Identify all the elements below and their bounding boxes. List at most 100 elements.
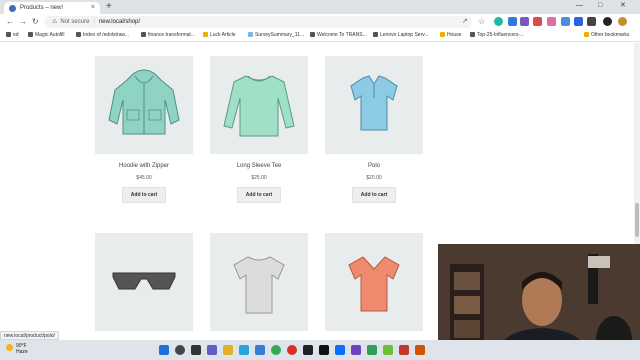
back-icon[interactable]: ← — [6, 16, 14, 28]
add-to-cart-button[interactable]: Add to cart — [121, 187, 167, 203]
app-icon[interactable] — [399, 345, 409, 355]
browser-toolbar: ← → ↻ ⚠ Not secure | new.local/shop/ ↗ ☆ — [0, 14, 640, 30]
bookmark-icon — [470, 32, 475, 37]
product-image[interactable] — [210, 56, 308, 154]
long-sleeve-tee-icon — [223, 75, 295, 137]
add-to-cart-button[interactable]: Add to cart — [351, 187, 397, 203]
t-shirt-icon — [233, 256, 285, 314]
bookmark-icon — [76, 32, 81, 37]
reload-icon[interactable]: ↻ — [32, 16, 39, 28]
profile-avatar-icon[interactable] — [618, 17, 627, 26]
task-view-icon[interactable] — [191, 345, 201, 355]
minimize-icon[interactable]: — — [576, 0, 583, 12]
product-name[interactable]: Hoodie with Zipper — [95, 163, 193, 169]
windows-taskbar: 90°F Haze — [0, 340, 640, 360]
bookmark-star-icon[interactable]: ☆ — [478, 17, 487, 26]
add-to-cart-button[interactable]: Add to cart — [236, 187, 282, 203]
extension-icon[interactable] — [494, 17, 503, 26]
v-neck-tee-icon — [348, 256, 400, 312]
product-price: $25.00 — [251, 175, 267, 181]
product-image[interactable] — [325, 56, 423, 154]
extension-icon[interactable] — [520, 17, 529, 26]
bookmark-item[interactable]: Luck Article — [203, 30, 236, 41]
folder-icon — [440, 32, 445, 37]
tab-products[interactable]: Products – new! × — [4, 2, 100, 14]
file-explorer-icon[interactable] — [223, 345, 233, 355]
folder-icon — [584, 32, 589, 37]
link-status-url: new.local/product/polo/ — [0, 331, 59, 340]
product-card: Polo $20.00 Add to cart — [325, 56, 423, 203]
windows-start-icon[interactable] — [159, 345, 169, 355]
app-icon[interactable] — [383, 345, 393, 355]
teams-icon[interactable] — [207, 345, 217, 355]
product-card — [210, 233, 308, 331]
profile-avatar-icon[interactable] — [603, 17, 612, 26]
extensions-puzzle-icon[interactable] — [587, 17, 596, 26]
extension-icon[interactable] — [533, 17, 542, 26]
product-card — [325, 233, 423, 331]
scrollbar-thumb[interactable] — [635, 203, 639, 237]
share-icon[interactable]: ↗ — [462, 17, 471, 26]
forward-icon[interactable]: → — [19, 16, 27, 28]
tab-title: Products – new! — [20, 5, 64, 11]
product-image[interactable] — [210, 233, 308, 331]
app-icon[interactable] — [335, 345, 345, 355]
sunglasses-icon — [112, 272, 176, 290]
close-tab-icon[interactable]: × — [91, 2, 95, 14]
other-bookmarks[interactable]: Other bookmarks — [584, 30, 629, 41]
bookmark-icon — [28, 32, 33, 37]
product-price: $45.00 — [136, 175, 152, 181]
product-image[interactable] — [325, 233, 423, 331]
bookmark-item[interactable]: Index of /edolstraw... — [76, 30, 129, 41]
bookmark-item[interactable]: House — [440, 30, 461, 41]
store-icon[interactable] — [255, 345, 265, 355]
product-card: Long Sleeve Tee $25.00 Add to cart — [210, 56, 308, 203]
weather-widget[interactable]: 90°F Haze — [6, 343, 28, 355]
app-icon[interactable] — [367, 345, 377, 355]
sun-icon — [6, 344, 13, 351]
notion-icon[interactable] — [319, 345, 329, 355]
edge-icon[interactable] — [239, 345, 249, 355]
bookmark-icon — [248, 32, 253, 37]
extension-icon[interactable] — [561, 17, 570, 26]
app-icon[interactable] — [303, 345, 313, 355]
hoodie-icon — [108, 69, 180, 135]
product-name[interactable]: Polo — [325, 163, 423, 169]
security-label: Not secure — [60, 19, 90, 25]
bookmark-item[interactable]: finance transformat... — [141, 30, 195, 41]
app-icon[interactable] — [287, 345, 297, 355]
close-window-icon[interactable]: ✕ — [620, 0, 626, 12]
polo-shirt-icon — [350, 75, 398, 131]
bookmark-icon — [141, 32, 146, 37]
product-card: Hoodie with Zipper $45.00 Add to cart — [95, 56, 193, 203]
product-card — [95, 233, 193, 331]
bookmark-item[interactable]: Lenovo Laptop Serv... — [373, 30, 429, 41]
extension-icon[interactable] — [547, 17, 556, 26]
product-price: $20.00 — [366, 175, 382, 181]
bookmark-item[interactable]: Top-25-Influencers-... — [470, 30, 524, 41]
search-icon[interactable] — [175, 345, 185, 355]
extension-icon[interactable] — [574, 17, 583, 26]
new-tab-button[interactable]: + — [106, 1, 112, 13]
product-image[interactable] — [95, 56, 193, 154]
chrome-icon[interactable] — [271, 345, 281, 355]
bookmarks-bar: ed Magic Autofill Index of /edolstraw...… — [0, 30, 640, 42]
folder-icon — [203, 32, 208, 37]
app-icon[interactable] — [415, 345, 425, 355]
url-text: new.local/shop/ — [98, 19, 140, 25]
product-name[interactable]: Long Sleeve Tee — [210, 163, 308, 169]
maximize-icon[interactable]: □ — [598, 0, 602, 12]
weather-condition: Haze — [16, 349, 28, 355]
extension-icon[interactable] — [508, 17, 517, 26]
tab-strip: Products – new! × + — □ ✕ — [0, 0, 640, 14]
bookmark-item[interactable]: ed — [6, 30, 19, 41]
address-bar[interactable]: ⚠ Not secure | new.local/shop/ — [44, 16, 472, 28]
bookmark-icon — [6, 32, 11, 37]
wordpress-icon — [9, 5, 16, 12]
bookmark-item[interactable]: Magic Autofill — [28, 30, 64, 41]
bookmark-item[interactable]: SurveySummary_11... — [248, 30, 304, 41]
app-icon[interactable] — [351, 345, 361, 355]
product-image[interactable] — [95, 233, 193, 331]
bookmark-item[interactable]: Welcome To TRANS... — [310, 30, 367, 41]
not-secure-icon: ⚠ — [52, 19, 58, 25]
